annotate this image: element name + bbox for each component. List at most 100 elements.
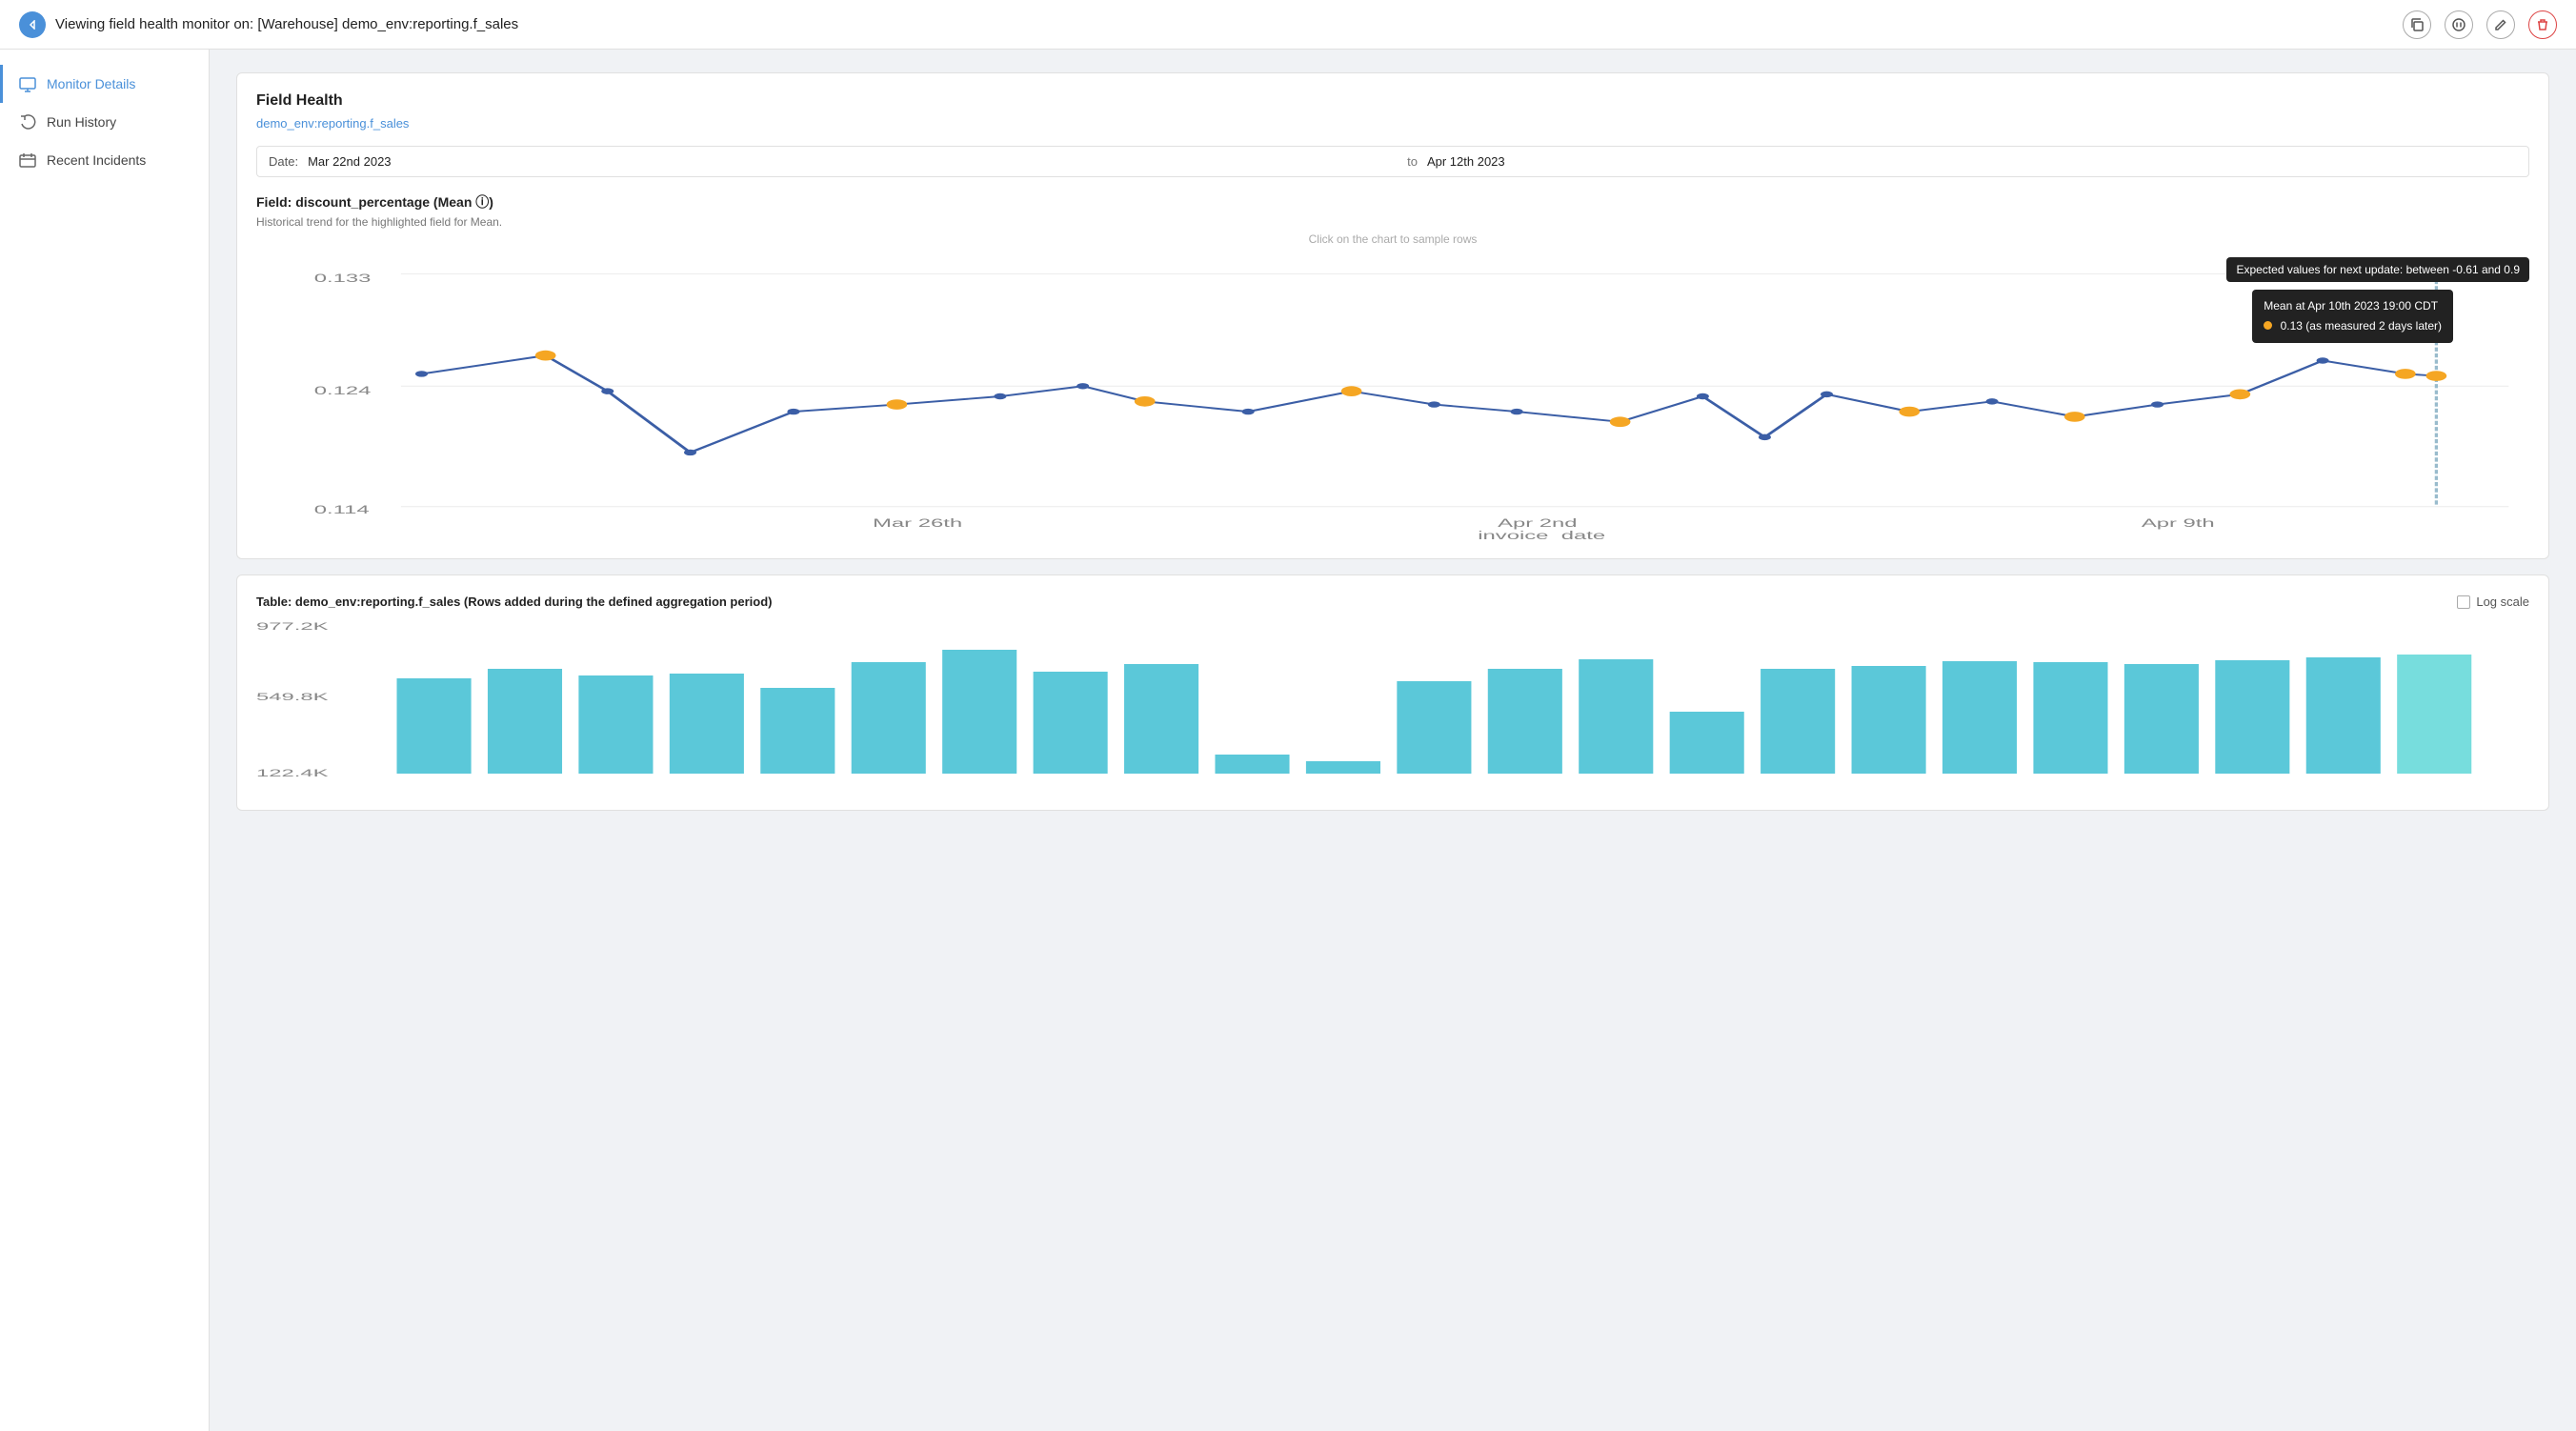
line-chart-svg[interactable]: 0.133 0.124 0.114 Mar 26th Apr 2nd invoi… — [256, 253, 2529, 539]
bar-13 — [1488, 669, 1562, 774]
bar-12 — [1397, 681, 1471, 774]
data-dot-2 — [887, 399, 908, 410]
bar-5 — [760, 688, 835, 774]
sidebar: Monitor Details Run History Recent I — [0, 50, 210, 1431]
bar-3 — [578, 675, 653, 774]
date-range-row: Date: to — [256, 146, 2529, 177]
bar-21 — [2215, 660, 2289, 774]
line-node-3 — [684, 450, 696, 455]
date-separator: to — [1407, 154, 1418, 169]
bar-y-max: 977.2K — [256, 620, 329, 632]
date-label: Date: — [269, 154, 298, 169]
chart-subtitle: Historical trend for the highlighted fie… — [256, 215, 2529, 229]
bar-23 — [2397, 655, 2471, 774]
bar-chart-card: Table: demo_env:reporting.f_sales (Rows … — [236, 574, 2549, 811]
data-dot-4 — [1341, 386, 1362, 396]
log-scale-checkbox[interactable] — [2457, 595, 2470, 609]
line-node-11 — [1759, 434, 1771, 440]
y-label-min: 0.114 — [314, 504, 370, 516]
date-from-input[interactable] — [308, 154, 1398, 169]
data-dot-7 — [2064, 412, 2085, 422]
line-node-13 — [1986, 398, 1999, 404]
bar-18 — [1942, 661, 2017, 774]
line-node-12 — [1821, 392, 1833, 397]
bar-16 — [1761, 669, 1835, 774]
data-dot-9 — [2395, 369, 2416, 379]
sidebar-item-monitor-details-label: Monitor Details — [47, 76, 135, 91]
bar-19 — [2033, 662, 2107, 774]
bar-y-min: 122.4K — [256, 767, 329, 778]
page-title: Viewing field health monitor on: [Wareho… — [55, 16, 518, 32]
monitor-details-icon — [18, 74, 37, 93]
field-health-card: Field Health demo_env:reporting.f_sales … — [236, 72, 2549, 559]
bar-11 — [1306, 761, 1380, 774]
x-label-mar26: Mar 26th — [873, 516, 962, 529]
date-to-input[interactable] — [1427, 154, 2517, 169]
sidebar-item-recent-incidents-label: Recent Incidents — [47, 152, 146, 168]
bar-6 — [852, 662, 926, 774]
log-scale-label: Log scale — [2476, 595, 2529, 609]
x-label-invoice: invoice_date — [1478, 529, 1605, 539]
recent-incidents-icon — [18, 151, 37, 170]
bar-4 — [670, 674, 744, 774]
sidebar-item-run-history[interactable]: Run History — [0, 103, 209, 141]
line-chart-section: Field: discount_percentage (Mean ⓘ) Hist… — [256, 192, 2529, 539]
bar-chart-header: Table: demo_env:reporting.f_sales (Rows … — [256, 595, 2529, 609]
data-dot-5 — [1610, 416, 1631, 427]
delete-button[interactable] — [2528, 10, 2557, 39]
bar-20 — [2124, 664, 2199, 774]
line-node-4 — [787, 409, 799, 414]
line-node-1 — [415, 371, 428, 376]
y-label-mid: 0.124 — [314, 384, 372, 396]
field-health-link[interactable]: demo_env:reporting.f_sales — [256, 116, 409, 131]
x-label-apr9: Apr 9th — [2142, 516, 2215, 529]
header-left: Viewing field health monitor on: [Wareho… — [19, 11, 518, 38]
line-node-9 — [1511, 409, 1523, 414]
layout: Monitor Details Run History Recent I — [0, 50, 2576, 1431]
sidebar-item-monitor-details[interactable]: Monitor Details — [0, 65, 209, 103]
data-dot-8 — [2229, 390, 2250, 400]
bar-chart-wrapper[interactable]: 977.2K 549.8K 122.4K — [256, 616, 2529, 791]
bar-22 — [2306, 657, 2381, 774]
bar-14 — [1579, 659, 1653, 774]
data-dot-6 — [1899, 407, 1920, 417]
bar-1 — [396, 678, 471, 774]
header-right — [2403, 10, 2557, 39]
bar-8 — [1034, 672, 1108, 774]
line-node-8 — [1428, 401, 1440, 407]
edit-button[interactable] — [2486, 10, 2515, 39]
line-node-5 — [994, 393, 1006, 399]
top-header: Viewing field health monitor on: [Wareho… — [0, 0, 2576, 50]
line-chart-wrapper[interactable]: Expected values for next update: between… — [256, 253, 2529, 539]
x-label-apr2: Apr 2nd — [1498, 516, 1577, 529]
line-node-2 — [601, 388, 614, 393]
bar-15 — [1670, 712, 1744, 774]
log-scale-row: Log scale — [2457, 595, 2529, 609]
bar-17 — [1852, 666, 1926, 774]
bar-chart-svg[interactable]: 977.2K 549.8K 122.4K — [256, 616, 2529, 788]
y-label-max: 0.133 — [314, 272, 372, 284]
chart-field-title: Field: discount_percentage (Mean ⓘ) — [256, 192, 2529, 212]
data-dot-1 — [535, 351, 556, 361]
chart-hint: Click on the chart to sample rows — [256, 232, 2529, 246]
field-health-title: Field Health — [256, 92, 2529, 110]
bar-10 — [1215, 755, 1289, 774]
data-dot-latest — [2426, 371, 2447, 381]
bar-9 — [1124, 664, 1198, 774]
data-dot-3 — [1135, 396, 1156, 407]
line-node-7 — [1242, 409, 1255, 414]
line-node-15 — [2317, 357, 2329, 363]
copy-button[interactable] — [2403, 10, 2431, 39]
bar-chart-title: Table: demo_env:reporting.f_sales (Rows … — [256, 595, 773, 609]
sidebar-item-recent-incidents[interactable]: Recent Incidents — [0, 141, 209, 179]
line-node-10 — [1697, 393, 1709, 399]
line-node-6 — [1077, 383, 1089, 389]
run-history-icon — [18, 112, 37, 131]
bar-7 — [942, 650, 1016, 774]
line-node-14 — [2151, 401, 2163, 407]
main-content: Field Health demo_env:reporting.f_sales … — [210, 50, 2576, 1431]
bar-2 — [488, 669, 562, 774]
pause-button[interactable] — [2445, 10, 2473, 39]
back-button[interactable] — [19, 11, 46, 38]
sidebar-item-run-history-label: Run History — [47, 114, 116, 130]
